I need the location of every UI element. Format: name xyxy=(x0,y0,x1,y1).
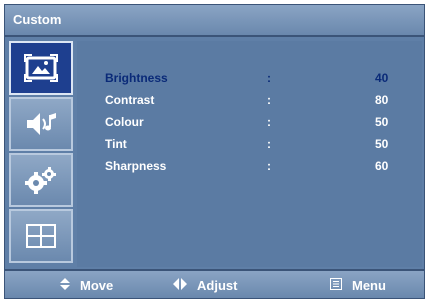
adjust-label: Adjust xyxy=(197,278,238,293)
menu-item-label: Tint xyxy=(105,137,127,151)
menu-item-separator: : xyxy=(267,137,271,151)
menu-item-separator: : xyxy=(267,115,271,129)
left-right-arrows-icon xyxy=(173,278,197,293)
menu-item-brightness[interactable]: Brightness : 40 xyxy=(105,71,405,87)
hint-bar: Move Adjust Menu xyxy=(5,269,424,298)
menu-item-value: 40 xyxy=(375,71,389,85)
layout-grid-icon xyxy=(24,221,58,251)
menu-item-label: Brightness xyxy=(105,71,168,85)
menu-item-value: 80 xyxy=(375,93,389,107)
tab-sound[interactable] xyxy=(9,97,73,151)
menu-item-sharpness[interactable]: Sharpness : 60 xyxy=(105,159,405,175)
menu-item-value: 60 xyxy=(375,159,389,173)
osd-menu-window: Custom Brightness: 40 Contrast: 80 Col… xyxy=(4,4,425,299)
category-sidebar xyxy=(9,41,75,267)
menu-item-value: 50 xyxy=(375,137,389,151)
menu-item-separator: : xyxy=(267,159,271,173)
menu-item-separator: : xyxy=(267,71,271,85)
menu-item-label: Contrast xyxy=(105,93,155,107)
menu-item-tint[interactable]: Tint : 50 xyxy=(105,137,405,153)
up-down-arrows-icon xyxy=(60,278,80,293)
tab-layout[interactable] xyxy=(9,209,73,263)
menu-label: Menu xyxy=(352,278,386,293)
menu-hint: Menu xyxy=(330,278,386,293)
settings-panel: Brightness : 40 Contrast : 80 Colour : 5… xyxy=(77,41,422,267)
sound-icon xyxy=(24,109,58,139)
adjust-hint: Adjust xyxy=(173,278,237,293)
menu-item-label: Colour xyxy=(105,115,144,129)
menu-item-value: 50 xyxy=(375,115,389,129)
menu-list-icon xyxy=(330,278,352,293)
menu-item-label: Sharpness xyxy=(105,159,167,173)
menu-item-separator: : xyxy=(267,93,271,107)
picture-icon xyxy=(24,53,58,83)
move-label: Move xyxy=(80,278,114,293)
tab-settings[interactable] xyxy=(9,153,73,207)
settings-gears-icon xyxy=(24,165,58,195)
move-hint: Move xyxy=(60,278,113,293)
menu-item-colour[interactable]: Colour : 50 xyxy=(105,115,405,131)
title-bar: Custom xyxy=(5,5,424,37)
tab-picture[interactable] xyxy=(9,41,73,95)
menu-title: Custom xyxy=(13,12,62,27)
menu-item-contrast[interactable]: Contrast : 80 xyxy=(105,93,405,109)
